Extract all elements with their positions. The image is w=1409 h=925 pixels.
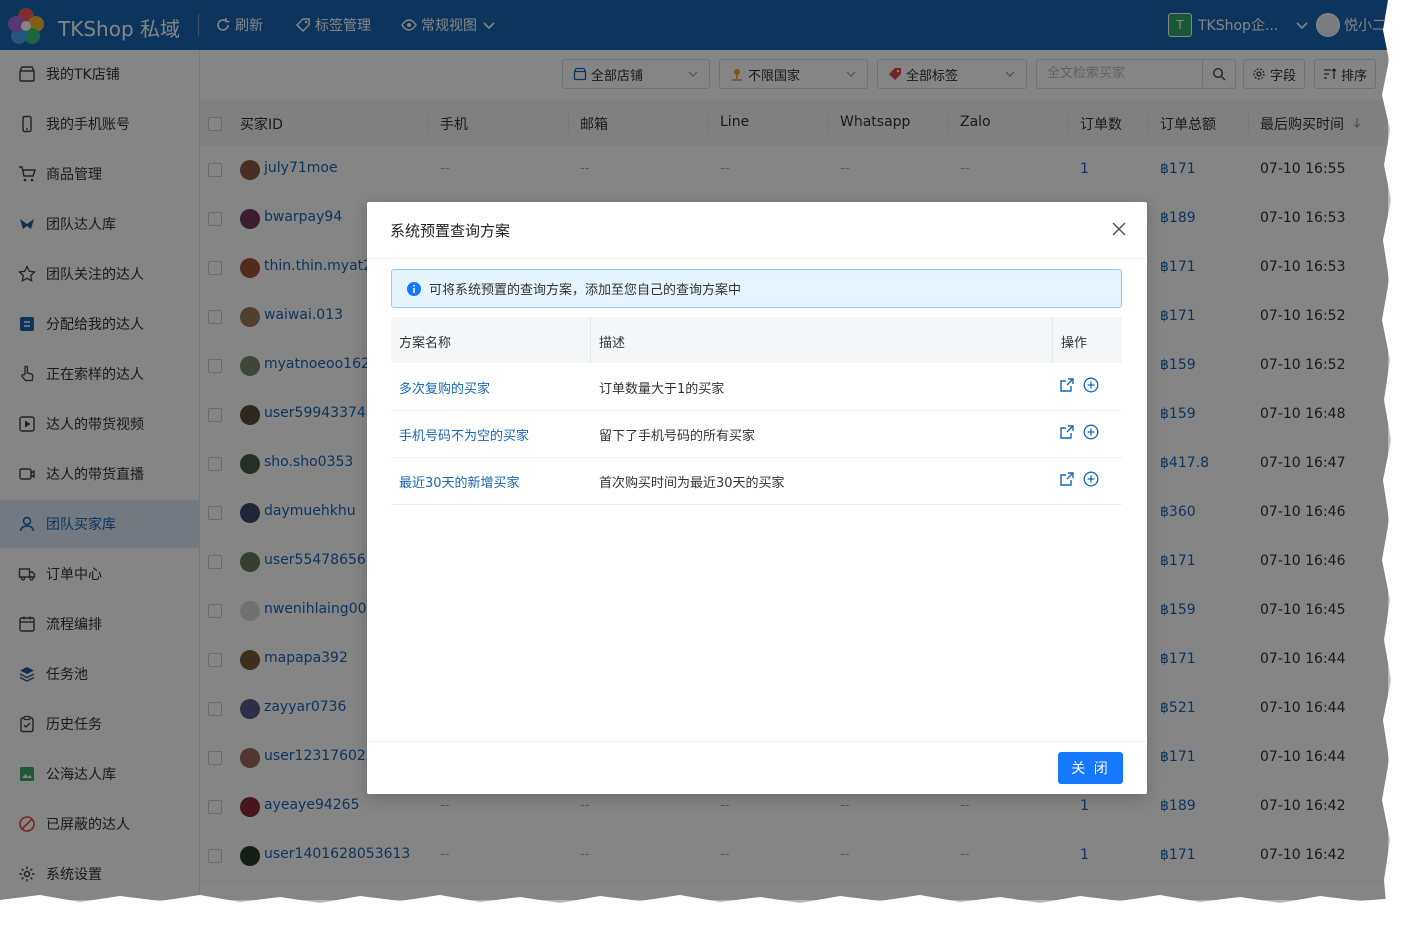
share-icon[interactable]: [1059, 377, 1075, 393]
share-icon[interactable]: [1059, 471, 1075, 487]
close-icon[interactable]: [1111, 221, 1127, 237]
dialog-divider: [367, 258, 1147, 259]
torn-edge-bottom: [0, 895, 1409, 925]
preset-name-link[interactable]: 手机号码不为空的买家: [399, 425, 529, 444]
preset-name-link[interactable]: 多次复购的买家: [399, 378, 490, 397]
column-header-description: 描述: [599, 336, 626, 351]
info-text: 可将系统预置的查询方案，添加至您自己的查询方案中: [429, 283, 742, 298]
share-icon[interactable]: [1059, 424, 1075, 440]
info-alert: 可将系统预置的查询方案，添加至您自己的查询方案中: [391, 269, 1122, 308]
preset-description: 订单数量大于1的买家: [599, 382, 725, 397]
add-circle-icon[interactable]: [1083, 377, 1099, 393]
dialog-title: 系统预置查询方案: [390, 222, 511, 240]
column-divider: [1052, 317, 1053, 363]
preset-row: 多次复购的买家 订单数量大于1的买家: [391, 363, 1122, 411]
preset-row: 最近30天的新增买家 首次购买时间为最近30天的买家: [391, 457, 1122, 505]
torn-edge-right: [1380, 0, 1409, 925]
preset-table-header: 方案名称 描述 操作: [391, 317, 1122, 363]
preset-row: 手机号码不为空的买家 留下了手机号码的所有买家: [391, 410, 1122, 458]
add-circle-icon[interactable]: [1083, 424, 1099, 440]
preset-description: 首次购买时间为最近30天的买家: [599, 476, 785, 491]
dialog-footer-divider: [367, 741, 1147, 742]
preset-description: 留下了手机号码的所有买家: [599, 429, 756, 444]
add-circle-icon[interactable]: [1083, 471, 1099, 487]
close-button[interactable]: 关 闭: [1058, 752, 1123, 784]
column-header-actions: 操作: [1061, 336, 1088, 351]
column-header-plan-name: 方案名称: [399, 336, 452, 351]
preset-name-link[interactable]: 最近30天的新增买家: [399, 472, 520, 491]
app-window: TKShop 私域 刷新 标签管理 常规视图 T TKShop企... 悦小二: [0, 0, 1388, 900]
column-divider: [590, 317, 591, 363]
preset-query-dialog: 系统预置查询方案 可将系统预置的查询方案，添加至您自己的查询方案中 方案名称 描…: [367, 202, 1147, 794]
info-icon: [407, 281, 421, 296]
